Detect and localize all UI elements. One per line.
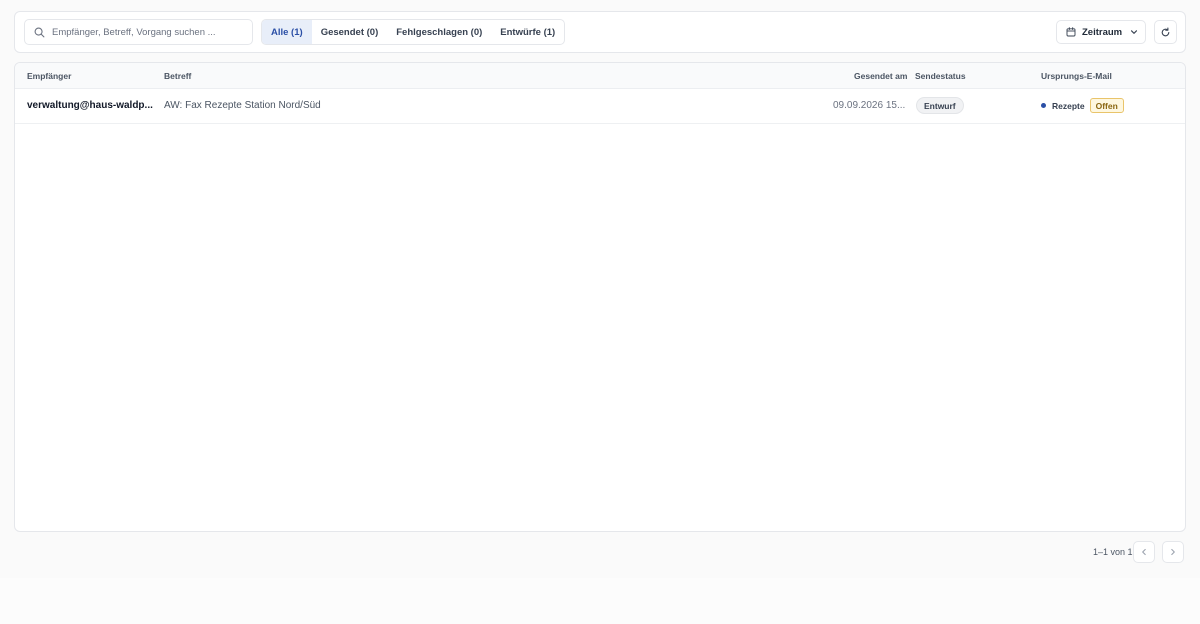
pagination-info: 1–1 von 1 <box>1093 547 1133 557</box>
table-header: Empfänger Betreff Gesendet am Sendestatu… <box>15 63 1185 89</box>
table-row[interactable]: verwaltung@haus-waldp... AW: Fax Rezepte… <box>15 89 1185 124</box>
column-header-sent-at[interactable]: Gesendet am <box>854 71 907 81</box>
previous-page-button[interactable] <box>1133 541 1155 563</box>
date-range-label: Zeitraum <box>1082 26 1123 38</box>
origin-email[interactable]: Rezepte Offen <box>1041 98 1124 113</box>
chevron-right-icon <box>1171 548 1175 556</box>
column-header-recipient[interactable]: Empfänger <box>27 71 71 81</box>
refresh-icon <box>1161 27 1170 36</box>
calendar-icon <box>1066 27 1076 37</box>
column-header-status[interactable]: Sendestatus <box>915 71 966 81</box>
status-badge: Entwurf <box>916 97 964 114</box>
tab-gesendet[interactable]: Gesendet (0) <box>312 20 388 44</box>
date-range-button[interactable]: Zeitraum <box>1056 20 1146 44</box>
page-footer-area <box>0 578 1200 624</box>
column-header-origin[interactable]: Ursprungs-E-Mail <box>1041 71 1112 81</box>
search-input[interactable] <box>52 26 242 38</box>
tab-entwuerfe[interactable]: Entwürfe (1) <box>491 20 564 44</box>
subject-cell: AW: Fax Rezepte Station Nord/Süd <box>164 100 321 111</box>
origin-status-badge: Offen <box>1089 98 1124 113</box>
tab-alle[interactable]: Alle (1) <box>262 20 312 44</box>
filter-toolbar: Alle (1) Gesendet (0) Fehlgeschlagen (0)… <box>14 11 1186 53</box>
origin-name: Rezepte <box>1052 100 1085 111</box>
search-box[interactable] <box>24 19 253 45</box>
status-filter-tabs: Alle (1) Gesendet (0) Fehlgeschlagen (0)… <box>261 19 566 45</box>
search-icon <box>34 27 45 37</box>
origin-dot-icon <box>1041 103 1046 108</box>
chevron-left-icon <box>1142 548 1146 556</box>
chevron-down-icon <box>1131 30 1138 34</box>
email-table: Empfänger Betreff Gesendet am Sendestatu… <box>14 62 1186 532</box>
tab-fehlgeschlagen[interactable]: Fehlgeschlagen (0) <box>387 20 491 44</box>
column-header-subject[interactable]: Betreff <box>164 71 191 81</box>
sent-at-cell: 09.09.2026 15... <box>833 100 906 111</box>
next-page-button[interactable] <box>1162 541 1184 563</box>
refresh-button[interactable] <box>1154 20 1177 44</box>
recipient-cell: verwaltung@haus-waldp... <box>27 100 153 111</box>
